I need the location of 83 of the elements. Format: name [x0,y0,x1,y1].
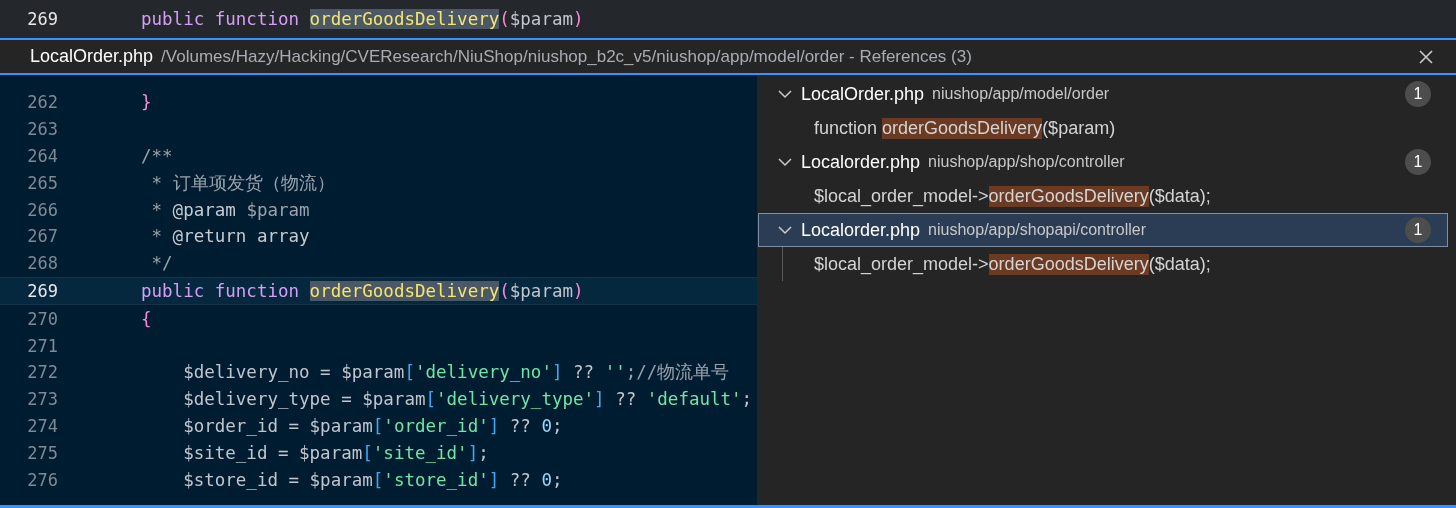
code-token: ; [478,442,489,463]
code-token: orderGoodsDelivery [309,280,500,301]
code-token: 0 [541,415,552,436]
code-token: ; [551,415,563,436]
line-number: 273 [26,389,58,410]
code-token: ( [499,280,510,301]
line-number: 269 [26,280,58,301]
code-token: { [141,308,152,329]
line-number: 263 [26,119,58,140]
code-token: @return array [172,226,310,247]
code-token: $param [509,280,573,301]
code-token: public [141,9,206,29]
line-number: 269 [26,9,58,29]
code-token: ] [467,442,479,463]
code-token: 'order_id' [383,415,489,436]
line-number: 275 [26,442,58,463]
code-token: ] [488,469,500,490]
code-token: @param [172,199,237,220]
code-token: ; [741,389,753,410]
count-badge: 1 [1405,149,1431,175]
line-number: 265 [26,172,58,193]
reference-match-item[interactable]: $local_order_model->orderGoodsDelivery($data); [758,179,1456,213]
line-number: 268 [26,253,58,274]
code-token: * [150,226,164,247]
count-badge: 1 [1405,81,1431,107]
code-token: ;//物流单号 [625,362,730,383]
code-token: $site_id = $param [182,442,363,463]
line-number: 274 [26,415,58,436]
code-token: * 订单项发货（物流） [150,172,335,193]
line-number: 266 [26,199,58,220]
code-token: '' [604,362,626,383]
code-token: ] [551,362,563,383]
line-number: 267 [26,226,58,247]
line-number: 272 [26,362,58,383]
code-token: $param [509,9,573,29]
code-token: ; [551,469,563,490]
code-token: $param [246,199,310,220]
code-token: } [141,92,152,113]
code-token: 0 [541,469,552,490]
code-token: [ [425,389,437,410]
code-token: ) [573,9,584,29]
code-token: function [214,9,301,29]
code-token: $delivery_no = $param [182,362,405,383]
code-token: 'store_id' [383,469,489,490]
close-icon [1418,48,1434,65]
code-token: * [150,199,164,220]
file-path: /Volumes/Hazy/Hacking/CVEResearch/NiuShop/niushop_b2c_v5/niushop/app/model/order - References (3) [161,46,972,67]
code-token: ] [488,415,500,436]
code-token: [ [372,469,384,490]
code-token: */ [150,253,173,274]
code-token: function [214,280,301,301]
code-token: [ [404,362,415,383]
code-token: [ [372,415,384,436]
reference-file-item[interactable]: Localorder.php niushop/app/shopapi/controller 1 [758,213,1448,247]
code-token: ?? [508,469,532,490]
code-token: [ [362,442,373,463]
code-token: 'default' [646,389,742,410]
code-token: ] [594,389,605,410]
code-token: ) [573,280,584,301]
line-number: 271 [26,335,58,356]
count-badge: 1 [1405,217,1431,243]
code-token: 'site_id' [372,442,468,463]
code-token: ( [499,9,510,29]
code-token: public [141,280,206,301]
code-token: $order_id = $param [182,415,373,436]
file-name: LocalOrder.php [30,46,154,67]
line-number: 264 [26,146,58,166]
code-token: ?? [614,389,638,410]
line-number: 262 [26,92,58,113]
code-token: $store_id = $param [182,469,373,490]
line-number: 270 [26,308,58,329]
reference-file-item[interactable]: LocalOrder.php niushop/app/model/order 1 [758,77,1448,111]
code-token: $delivery_type = $param [182,389,426,410]
code-token: ?? [508,415,532,436]
code-token: ?? [572,362,596,383]
code-token: orderGoodsDelivery [309,9,500,29]
reference-file-item[interactable]: Localorder.php niushop/app/shop/controller 1 [758,145,1448,179]
line-number: 276 [26,469,58,490]
reference-match-item[interactable]: $local_order_model->orderGoodsDelivery($data); [758,247,1456,281]
reference-match-item[interactable]: function orderGoodsDelivery($param) [758,111,1456,145]
code-token: /** [141,146,173,166]
code-token: 'delivery_no' [414,362,552,383]
code-token: 'delivery_type' [436,389,595,410]
